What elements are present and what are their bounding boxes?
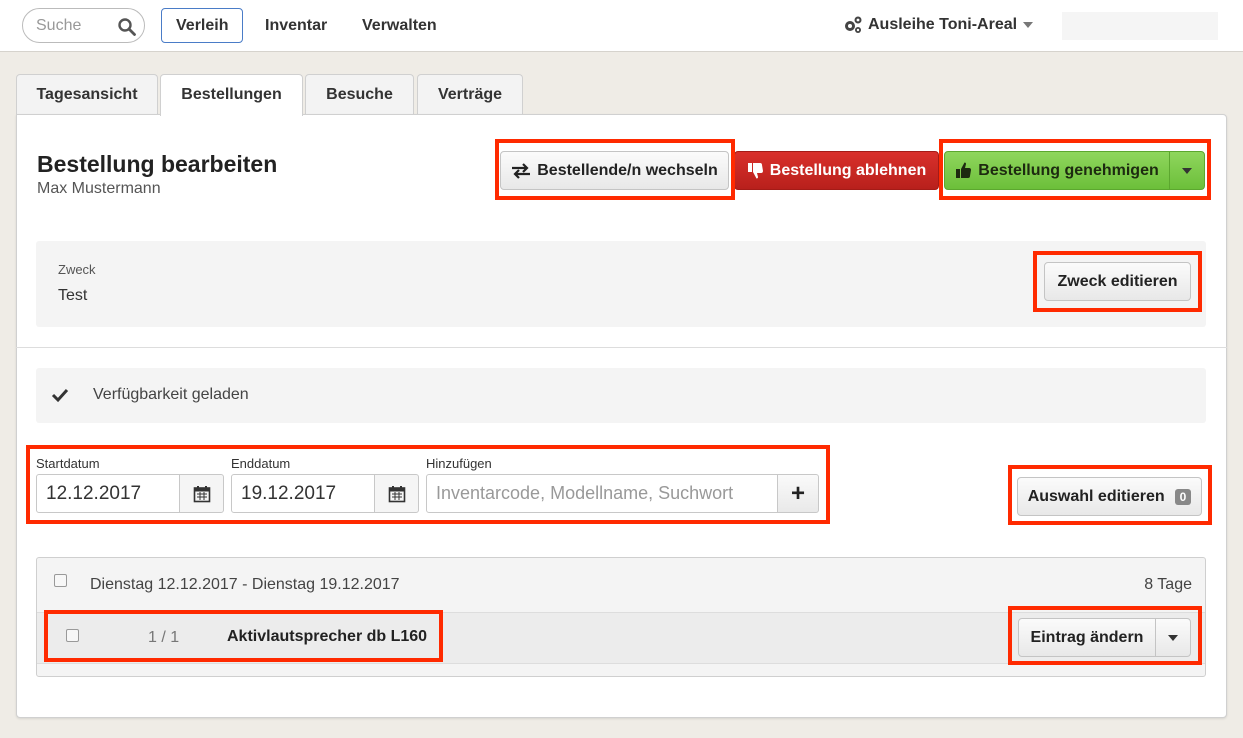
availability-status: Verfügbarkeit geladen bbox=[93, 386, 249, 403]
add-item-input[interactable]: Inventarcode, Modellname, Suchwort bbox=[426, 474, 778, 513]
nav-verleih[interactable]: Verleih bbox=[161, 8, 244, 43]
start-date-calendar-button[interactable] bbox=[179, 474, 224, 513]
search-input[interactable]: Suche bbox=[36, 17, 81, 35]
gears-icon bbox=[845, 16, 862, 33]
tab-tagesansicht[interactable]: Tagesansicht bbox=[16, 74, 158, 115]
entry-options-dropdown[interactable] bbox=[1155, 618, 1191, 657]
end-date-label: Enddatum bbox=[231, 456, 291, 471]
switch-customer-button[interactable]: Bestellende/n wechseln bbox=[500, 151, 729, 190]
swap-arrows-icon bbox=[512, 162, 531, 179]
customer-name: Max Mustermann bbox=[37, 180, 161, 197]
plus-icon: + bbox=[790, 480, 805, 507]
thumbs-up-icon bbox=[956, 162, 972, 178]
purpose-label: Zweck bbox=[58, 262, 96, 277]
thumbs-down-icon bbox=[747, 163, 763, 179]
search-icon[interactable] bbox=[118, 18, 136, 36]
context-switcher[interactable]: Ausleihe Toni-Areal bbox=[842, 15, 1034, 35]
edit-purpose-label: Zweck editieren bbox=[1057, 272, 1178, 290]
edit-entry-label: Eintrag ändern bbox=[1030, 628, 1144, 646]
add-item-button[interactable]: + bbox=[777, 474, 819, 513]
tab-vertraege[interactable]: Verträge bbox=[417, 74, 523, 115]
selection-count-badge: 0 bbox=[1174, 488, 1192, 505]
item-quantity: 1 / 1 bbox=[148, 629, 180, 646]
checkmark-icon bbox=[51, 388, 69, 403]
edit-selection-label: Auswahl editieren bbox=[1027, 487, 1165, 505]
tab-bestellungen[interactable]: Bestellungen bbox=[160, 74, 303, 116]
reservation-period: Dienstag 12.12.2017 - Dienstag 19.12.201… bbox=[90, 576, 400, 593]
add-item-label: Hinzufügen bbox=[426, 456, 492, 471]
context-name: Ausleihe Toni-Areal bbox=[868, 16, 1018, 33]
chevron-down-icon bbox=[1023, 22, 1034, 28]
end-date-calendar-button[interactable] bbox=[374, 474, 419, 513]
item-name[interactable]: Aktivlautsprecher db L160 bbox=[227, 628, 427, 646]
approve-order-label: Bestellung genehmigen bbox=[978, 161, 1159, 179]
nav-inventar[interactable]: Inventar bbox=[250, 8, 342, 43]
edit-purpose-button[interactable]: Zweck editieren bbox=[1044, 262, 1191, 301]
select-all-checkbox[interactable] bbox=[54, 574, 67, 587]
top-navbar: Suche Verleih Inventar Verwalten Ausleih… bbox=[0, 0, 1243, 52]
edit-entry-button[interactable]: Eintrag ändern bbox=[1018, 618, 1156, 657]
calendar-icon bbox=[388, 485, 405, 502]
item-checkbox[interactable] bbox=[66, 629, 79, 642]
caret-down-icon bbox=[1182, 167, 1192, 174]
page-title: Bestellung bearbeiten bbox=[37, 151, 278, 177]
reject-order-label: Bestellung ablehnen bbox=[769, 161, 927, 179]
nav-verwalten[interactable]: Verwalten bbox=[347, 8, 452, 43]
purpose-section bbox=[36, 241, 1206, 327]
reservation-duration: 8 Tage bbox=[1144, 576, 1192, 593]
tab-besuche[interactable]: Besuche bbox=[305, 74, 414, 115]
calendar-icon bbox=[193, 485, 210, 502]
divider bbox=[16, 347, 1227, 348]
switch-customer-label: Bestellende/n wechseln bbox=[537, 161, 718, 179]
user-menu-area[interactable] bbox=[1062, 12, 1218, 40]
purpose-value: Test bbox=[58, 287, 88, 304]
start-date-label: Startdatum bbox=[36, 456, 100, 471]
edit-selection-button[interactable]: Auswahl editieren 0 bbox=[1017, 477, 1202, 516]
search-field[interactable]: Suche bbox=[22, 8, 145, 43]
start-date-input[interactable]: 12.12.2017 bbox=[36, 474, 180, 513]
end-date-input[interactable]: 19.12.2017 bbox=[231, 474, 375, 513]
caret-down-icon bbox=[1168, 634, 1178, 641]
reject-order-button[interactable]: Bestellung ablehnen bbox=[734, 151, 939, 190]
approve-options-dropdown[interactable] bbox=[1169, 151, 1205, 190]
approve-order-button[interactable]: Bestellung genehmigen bbox=[944, 151, 1170, 190]
